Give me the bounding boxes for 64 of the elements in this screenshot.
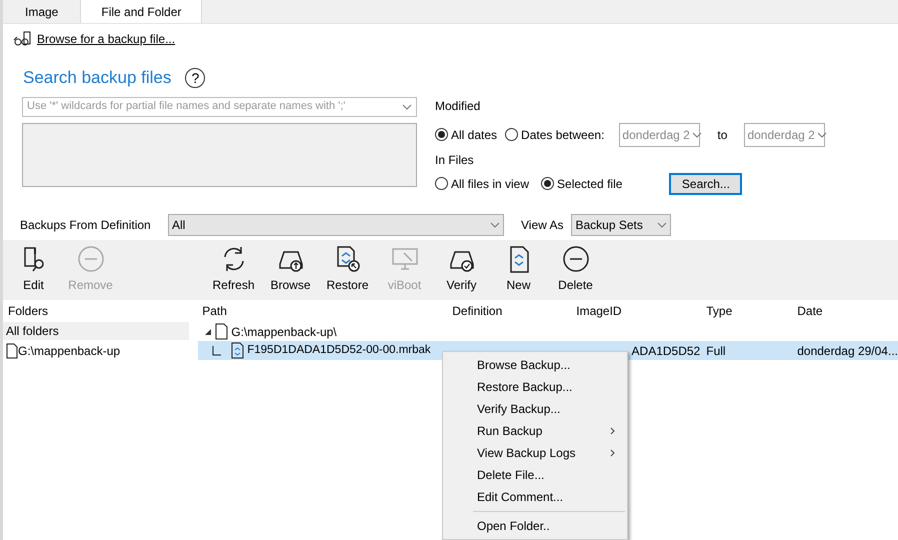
table-cell: donderdag 29/04... (797, 344, 898, 358)
view-as-dropdown[interactable]: Backup Sets (571, 214, 672, 236)
field-label: Modified (435, 98, 482, 114)
table-cell-text: F195D1DADA1D5D52-00-00.mrbak (247, 342, 431, 358)
field-label: Backups From Definition (20, 216, 152, 234)
date-picker[interactable]: donderdag 2 (619, 122, 700, 146)
chevron-right-icon (610, 449, 615, 457)
toolbar-button[interactable]: Delete (547, 244, 604, 294)
menu-item[interactable]: Edit Comment... (443, 486, 627, 508)
menu-item[interactable]: Open Folder.. (443, 515, 627, 537)
radio-button[interactable] (435, 177, 448, 190)
menu-item[interactable]: View Backup Logs (443, 442, 627, 464)
menu-item[interactable]: Restore Backup... (443, 376, 627, 398)
column-header: Path (201, 303, 228, 320)
backup-file-icon (231, 342, 244, 359)
search-field[interactable]: Use '*' wildcards for partial file names and separate names with ';' (22, 96, 417, 116)
menu-item[interactable]: Delete File... (443, 464, 627, 486)
toolbar-button[interactable]: Restore (319, 244, 376, 294)
chevron-down-icon (816, 132, 827, 138)
toolbar-button[interactable]: Edit (5, 244, 62, 294)
field-label: View As (521, 216, 564, 234)
expand-toggle[interactable] (204, 328, 212, 336)
radio-label: All files in view (451, 176, 530, 192)
table-cell-text: G:\mappenback-up\ (231, 324, 337, 340)
column-header: Folders (7, 303, 50, 320)
radio-label: Dates between: (521, 126, 604, 144)
tab[interactable]: File and Folder (80, 0, 202, 23)
toolbar-button[interactable]: Refresh (205, 244, 262, 294)
toolbar-button[interactable]: Browse (262, 244, 319, 294)
chevron-right-icon (610, 427, 615, 435)
date-picker[interactable]: donderdag 2 (744, 122, 826, 146)
glasses-icon (13, 31, 33, 47)
folder-item[interactable]: All folders (3, 322, 190, 340)
radio-button[interactable] (435, 128, 448, 141)
radio-button[interactable] (541, 177, 554, 190)
section-title: Search backup files (23, 67, 172, 89)
help-button[interactable]: ? (185, 68, 206, 88)
column-header: ImageID (575, 303, 623, 320)
column-header: Definition (451, 303, 504, 320)
radio-label: Selected file (557, 176, 622, 192)
menu-item[interactable]: Run Backup (443, 420, 627, 442)
chevron-down-icon (692, 132, 702, 138)
column-header: Type (705, 303, 734, 320)
minus-circle-icon (76, 244, 106, 274)
tree-line (212, 346, 222, 356)
to-label: to (717, 126, 728, 144)
minus-circle-icon (560, 244, 590, 274)
field-label: In Files (435, 152, 475, 168)
toolbar-button[interactable]: Verify (433, 244, 490, 294)
document-icon (6, 343, 18, 359)
column-header: Date (796, 303, 824, 320)
table-cell-text: ADA1D5D52 (632, 342, 700, 360)
table-cell: Full (706, 344, 726, 358)
toolbar-button[interactable]: New (490, 244, 547, 294)
radio-button[interactable] (505, 128, 518, 141)
document-icon (215, 323, 228, 340)
chevron-down-icon (402, 104, 412, 110)
radio-label: All dates (451, 126, 498, 144)
chevron-down-icon (490, 222, 500, 228)
browse-link[interactable]: Browse for a backup file... (37, 30, 176, 48)
menu-item[interactable]: Verify Backup... (443, 398, 627, 420)
chevron-down-icon (657, 222, 668, 228)
definition-dropdown[interactable]: All (168, 214, 504, 236)
search-button[interactable]: Search... (669, 172, 742, 194)
